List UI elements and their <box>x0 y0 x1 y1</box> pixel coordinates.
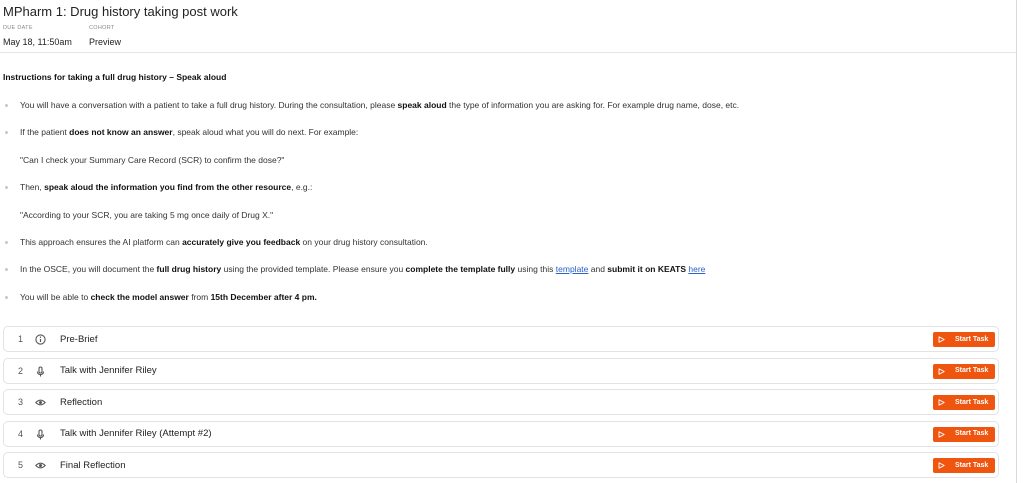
instruction-item: This approach ensures the AI platform ca… <box>20 237 428 247</box>
instruction-text: In the OSCE, you will document the <box>20 264 157 274</box>
instruction-text: from <box>188 292 211 302</box>
start-task-button[interactable]: Start Task <box>933 395 995 410</box>
task-number: 1 <box>18 334 24 344</box>
bullet-marker <box>5 186 8 189</box>
play-icon <box>938 336 945 343</box>
task-row: 4 Talk with Jennifer Riley (Attempt #2) St… <box>3 420 999 447</box>
task-title: Pre-Brief <box>60 333 98 345</box>
instruction-text: You will have a conversation with a pati… <box>20 100 398 110</box>
page-title: MPharm 1: Drug history taking post work <box>3 4 238 19</box>
instruction-text: , e.g.: <box>291 182 313 192</box>
instruction-text: "Can I check your Summary Care Record (S… <box>20 155 285 165</box>
emphasis-text: complete the template fully <box>405 264 516 274</box>
eye-icon <box>34 396 47 409</box>
due-date-value: May 18, 11:50am <box>3 37 72 47</box>
bullet-marker <box>5 268 8 271</box>
bullet-marker <box>5 241 8 244</box>
task-number: 4 <box>18 428 24 439</box>
emphasis-text: check the model answer <box>90 292 189 302</box>
instruction-text: This approach ensures the AI platform ca… <box>20 237 183 247</box>
instructions-heading: Instructions for taking a full drug hist… <box>3 72 227 82</box>
emphasis-text: accurately give you feedback <box>182 237 301 247</box>
task-number: 2 <box>18 365 24 376</box>
bullet-marker <box>5 104 8 107</box>
play-icon <box>938 430 945 438</box>
instruction-text: , speak aloud what you will do next. For… <box>172 127 359 137</box>
keats-submit-link[interactable]: here <box>688 264 705 274</box>
info-icon <box>34 333 47 346</box>
bullet-marker <box>5 296 8 299</box>
emphasis-text: 15th December after 4 pm. <box>210 292 317 302</box>
instruction-text: using this <box>515 264 556 274</box>
instruction-text: the type of information you are asking f… <box>446 100 740 110</box>
start-task-label: Start Task <box>955 335 989 343</box>
cohort-value: Preview <box>89 37 122 47</box>
task-list: 1 Pre-Brief Start Task 2 Talk with Jennifer … <box>3 326 999 483</box>
bullet-marker <box>5 131 8 134</box>
assignment-page: MPharm 1: Drug history taking post work … <box>0 0 1024 483</box>
play-icon <box>938 367 945 375</box>
emphasis-text: does not know an answer <box>69 127 173 137</box>
emphasis-text: full drug history <box>156 264 222 274</box>
microphone-icon <box>34 365 47 378</box>
panel-divider <box>1016 0 1017 483</box>
due-date-label: DUE DATE <box>3 25 33 31</box>
start-task-button[interactable]: Start Task <box>933 363 995 379</box>
eye-icon <box>34 459 47 472</box>
task-number: 3 <box>18 397 24 407</box>
task-title: Talk with Jennifer Riley <box>60 365 157 376</box>
instruction-text: and <box>588 264 608 274</box>
instruction-item: In the OSCE, you will document the full … <box>20 264 705 274</box>
start-task-label: Start Task <box>955 367 989 374</box>
cohort-label: COHORT <box>89 25 115 31</box>
instruction-text: "According to your SCR, you are taking 5… <box>20 210 274 220</box>
instruction-text: You will be able to <box>20 292 91 302</box>
instruction-item: Then, speak aloud the information you fi… <box>20 182 312 192</box>
assignment-header: MPharm 1: Drug history taking post work … <box>0 0 1016 53</box>
start-task-button[interactable]: Start Task <box>933 458 995 473</box>
play-icon <box>938 462 945 469</box>
instruction-example: "According to your SCR, you are taking 5… <box>20 210 273 220</box>
task-row: 5 Final Reflection Start Task <box>3 452 999 478</box>
template-link[interactable]: template <box>556 264 589 274</box>
start-task-button[interactable]: Start Task <box>933 332 995 347</box>
instruction-text: on your drug history consultation. <box>300 237 428 247</box>
play-icon <box>938 399 945 406</box>
task-row: 1 Pre-Brief Start Task <box>3 326 999 352</box>
instruction-text: using the provided template. Please ensu… <box>221 264 406 274</box>
emphasis-text: speak aloud the information you find fro… <box>44 182 292 192</box>
start-task-label: Start Task <box>955 461 989 469</box>
task-number: 5 <box>18 460 24 470</box>
start-task-button[interactable]: Start Task <box>933 426 995 442</box>
task-row: 2 Talk with Jennifer Riley Start Task <box>3 357 999 384</box>
instruction-text: If the patient <box>20 127 70 137</box>
start-task-label: Start Task <box>955 430 989 437</box>
emphasis-text: speak aloud <box>397 100 447 110</box>
start-task-label: Start Task <box>955 398 989 406</box>
instruction-example: "Can I check your Summary Care Record (S… <box>20 155 284 165</box>
instruction-text: Then, <box>20 182 45 192</box>
task-row: 3 Reflection Start Task <box>3 389 999 415</box>
task-title: Reflection <box>60 396 103 408</box>
microphone-icon <box>34 428 47 441</box>
instruction-item: You will be able to check the model answ… <box>20 292 317 302</box>
task-title: Talk with Jennifer Riley (Attempt #2) <box>60 428 212 439</box>
instruction-item: You will have a conversation with a pati… <box>20 100 739 110</box>
instruction-item: If the patient does not know an answer, … <box>20 127 358 137</box>
emphasis-text: submit it on KEATS <box>607 264 686 274</box>
task-title: Final Reflection <box>60 459 126 471</box>
